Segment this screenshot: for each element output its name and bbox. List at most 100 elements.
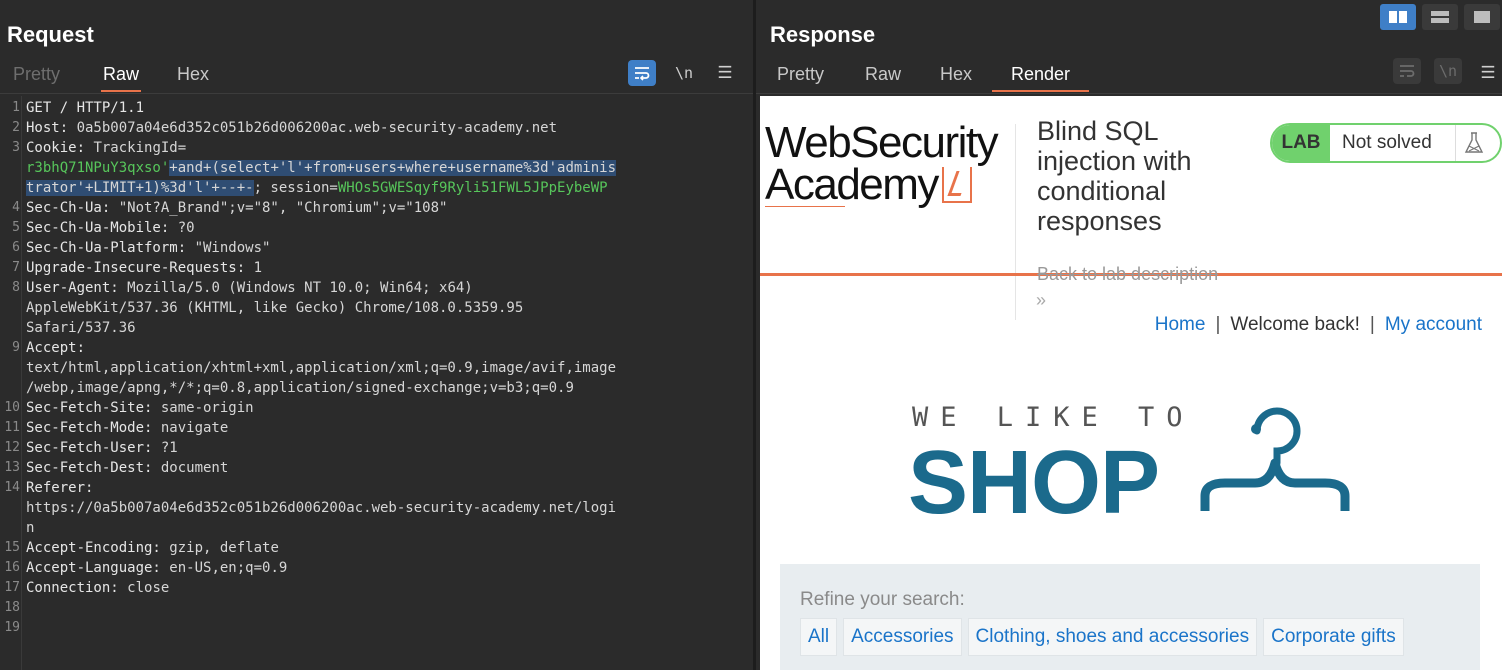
layout-side-by-side-button[interactable] — [1380, 4, 1416, 30]
wrap-lines-toggle[interactable] — [628, 60, 656, 86]
lightning-bolt-icon — [941, 167, 972, 203]
response-tab-pretty[interactable]: Pretty — [777, 64, 824, 92]
code-line: Sec-Ch-Ua-Mobile: ?0 — [26, 218, 195, 238]
lab-title: Blind SQL injection with conditional res… — [1037, 116, 1192, 236]
code-line: Accept-Encoding: gzip, deflate — [26, 538, 279, 558]
header-name: Cookie: — [26, 140, 94, 156]
header-name: Accept: — [26, 340, 86, 356]
layout-stacked-button[interactable] — [1422, 4, 1458, 30]
code-line: text/html,application/xhtml+xml,applicat… — [26, 358, 616, 378]
rendered-page[interactable]: WebSecurity Academy Blind SQL injection … — [760, 96, 1502, 670]
newline-toggle[interactable]: \n — [670, 60, 698, 86]
code-line: Accept-Language: en-US,en;q=0.9 — [26, 558, 287, 578]
stacked-layout-icon — [1431, 11, 1449, 23]
code-line: Host: 0a5b007a04e6d352c051b26d006200ac.w… — [26, 118, 557, 138]
header-name: Sec-Ch-Ua: — [26, 200, 119, 216]
line-number: 4 — [12, 200, 20, 215]
header-value: TrackingId= — [93, 140, 187, 156]
code-line: GET / HTTP/1.1 — [26, 98, 144, 118]
request-tab-pretty[interactable]: Pretty — [13, 64, 60, 92]
line-number: 5 — [12, 220, 20, 235]
header-value: "Not?A_Brand";v="8", "Chromium";v="108" — [118, 200, 448, 216]
line-number: 6 — [12, 240, 20, 255]
request-tabs-divider — [0, 93, 753, 94]
request-editor[interactable]: 1 2 3 4 5 6 7 8 9 10 11 12 13 14 15 16 17 18 19 GET / HTTP… — [0, 96, 753, 670]
response-tab-hex[interactable]: Hex — [940, 64, 972, 92]
code-line: Referer: — [26, 478, 93, 498]
header-name: Referer: — [26, 480, 94, 496]
header-value: en-US,en;q=0.9 — [169, 560, 288, 576]
line-number: 2 — [12, 120, 20, 135]
header-name: Accept-Language: — [26, 560, 170, 576]
hamburger-menu-icon: ☰ — [717, 63, 733, 83]
header-value: text/html,application/xhtml+xml,applicat… — [26, 360, 617, 376]
header-value: "Windows" — [194, 240, 271, 256]
header-value: ; session= — [253, 180, 338, 196]
web-security-academy-logo[interactable]: WebSecurity Academy — [765, 121, 999, 207]
refine-search-label: Refine your search: — [800, 589, 965, 610]
header-name: Accept-Encoding: — [26, 540, 170, 556]
header-name: Sec-Fetch-Dest: — [26, 460, 161, 476]
shop-tagline: WE LIKE TO — [912, 402, 1195, 433]
wrap-icon — [635, 67, 650, 81]
request-tab-raw[interactable]: Raw — [101, 64, 142, 92]
code-line: Sec-Fetch-Dest: document — [26, 458, 228, 478]
header-name: Host: — [26, 120, 77, 136]
line-number: 11 — [4, 420, 20, 435]
header-name: Sec-Fetch-User: — [26, 440, 161, 456]
category-all[interactable]: All — [800, 618, 838, 656]
header-value: gzip, deflate — [169, 540, 279, 556]
header-value: ?0 — [177, 220, 195, 236]
code-line: https://0a5b007a04e6d352c051b26d006200ac… — [26, 498, 616, 518]
code-line: /webp,image/apng,*/*;q=0.8,application/s… — [26, 378, 574, 398]
category-corporate-gifts[interactable]: Corporate gifts — [1263, 618, 1404, 656]
code-line: Upgrade-Insecure-Requests: 1 — [26, 258, 262, 278]
response-menu-button[interactable]: ☰ — [1476, 60, 1500, 86]
category-accessories[interactable]: Accessories — [843, 618, 962, 656]
line-number: 8 — [12, 280, 20, 295]
line-number: 10 — [4, 400, 20, 415]
code-line: User-Agent: Mozilla/5.0 (Windows NT 10.0… — [26, 278, 473, 298]
code-line: n — [26, 518, 34, 538]
code-line: Sec-Fetch-Site: same-origin — [26, 398, 254, 418]
response-tab-raw[interactable]: Raw — [865, 64, 901, 92]
header-name: Sec-Fetch-Site: — [26, 400, 161, 416]
nav-my-account-link[interactable]: My account — [1385, 314, 1482, 335]
code-line: Safari/537.36 — [26, 318, 136, 338]
clothes-hanger-icon — [1200, 407, 1350, 511]
line-number: 18 — [4, 600, 20, 615]
logo-underline — [765, 206, 845, 207]
back-to-lab-description-link[interactable]: Back to lab description — [1037, 264, 1218, 285]
lab-badge-label: LAB — [1272, 125, 1330, 161]
code-line: Sec-Ch-Ua-Platform: "Windows" — [26, 238, 270, 258]
header-name: Connection: — [26, 580, 128, 596]
code-line: Connection: close — [26, 578, 169, 598]
side-by-side-layout-icon — [1389, 11, 1407, 23]
logo-line-2: Academy — [765, 163, 997, 207]
code-line: Sec-Ch-Ua: "Not?A_Brand";v="8", "Chromiu… — [26, 198, 447, 218]
request-pane: Request Pretty Raw Hex \n ☰ 1 2 3 4 5 6 7 8 9 10 1… — [0, 0, 753, 670]
category-clothing[interactable]: Clothing, shoes and accessories — [967, 618, 1258, 656]
line-number: 7 — [12, 260, 20, 275]
line-number-gutter: 1 2 3 4 5 6 7 8 9 10 11 12 13 14 15 16 17 18 19 — [0, 96, 22, 670]
header-value: Mozilla/5.0 (Windows NT 10.0; Win64; x64… — [127, 280, 473, 296]
response-title: Response — [770, 22, 876, 47]
hamburger-menu-icon: ☰ — [1480, 63, 1496, 83]
request-title: Request — [7, 22, 94, 47]
code-line: Cookie: TrackingId= — [26, 138, 186, 158]
header-value: https://0a5b007a04e6d352c051b26d006200ac… — [26, 500, 617, 516]
nav-home-link[interactable]: Home — [1155, 314, 1206, 335]
code-line: trator'+LIMIT+1)%3d'l'+--+-; session=WHO… — [26, 178, 608, 198]
header-value: 1 — [253, 260, 263, 276]
response-newline-toggle[interactable]: \n — [1434, 58, 1462, 84]
code-line: AppleWebKit/537.36 (KHTML, like Gecko) C… — [26, 298, 523, 318]
response-wrap-toggle[interactable] — [1393, 58, 1421, 84]
response-tab-render[interactable]: Render — [992, 64, 1090, 92]
request-tab-hex[interactable]: Hex — [177, 64, 209, 92]
request-menu-button[interactable]: ☰ — [711, 60, 739, 86]
layout-single-button[interactable] — [1464, 4, 1500, 30]
header-value: close — [127, 580, 170, 596]
flask-icon — [1455, 125, 1491, 161]
wrap-icon — [1400, 65, 1415, 77]
response-tabs-divider — [756, 93, 1502, 94]
